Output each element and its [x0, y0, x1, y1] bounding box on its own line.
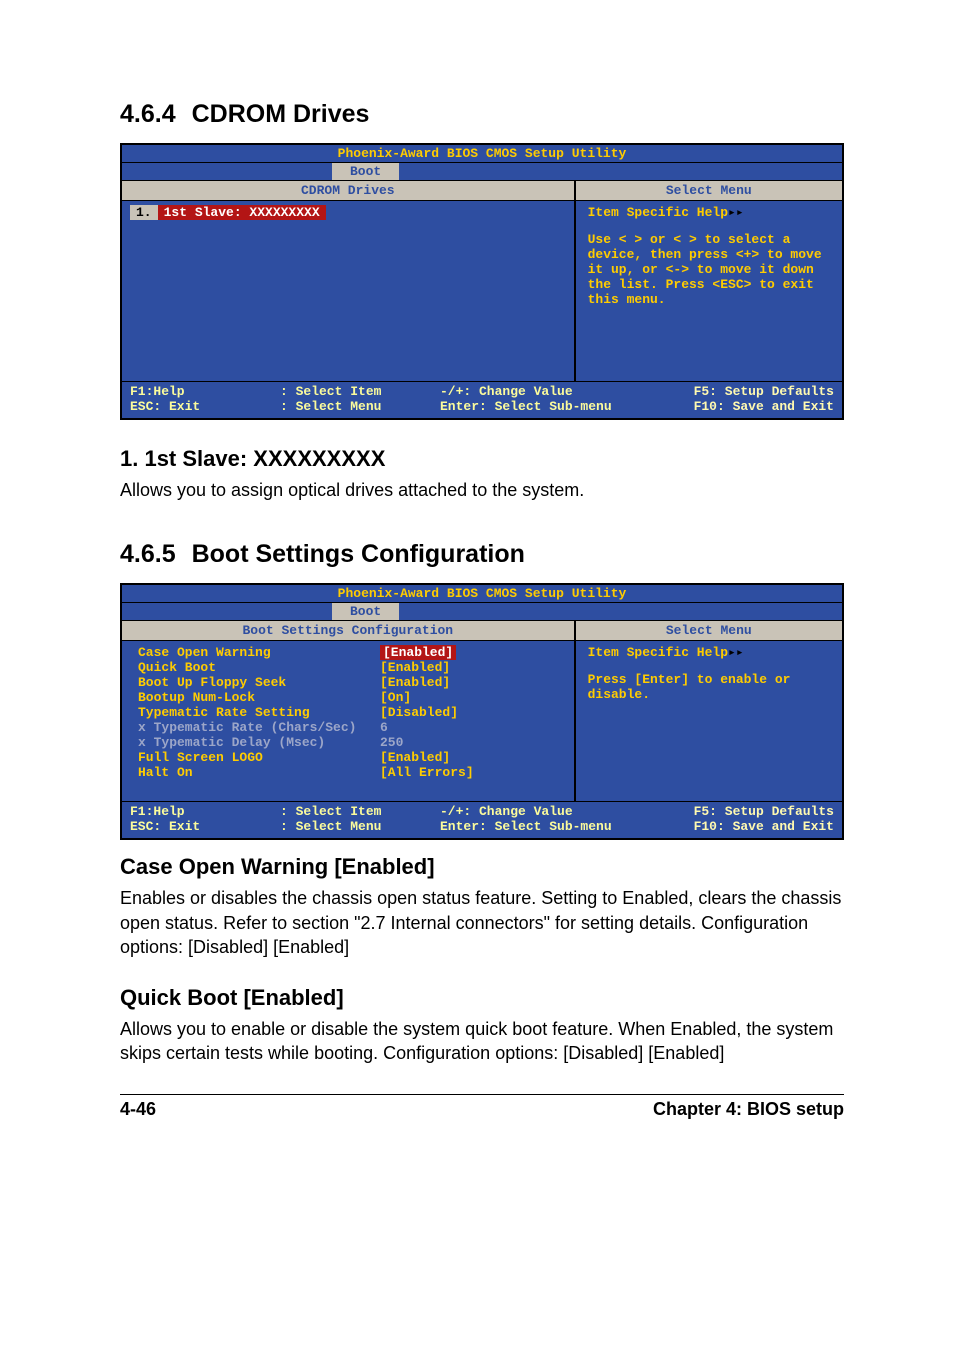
f-exit: ESC: Exit	[130, 819, 200, 834]
bios-tab-row: Boot	[122, 162, 842, 181]
arrow-icon: ▸▸	[728, 205, 744, 220]
bios-boot-settings-box: Phoenix-Award BIOS CMOS Setup Utility Bo…	[120, 583, 844, 840]
f-defaults: F5: Setup Defaults	[694, 804, 834, 819]
bios-left-head: CDROM Drives	[122, 181, 574, 201]
setting-label: x Typematic Rate (Chars/Sec)	[130, 720, 380, 735]
bios-left-head: Boot Settings Configuration	[122, 621, 574, 641]
setting-label: Quick Boot	[130, 660, 380, 675]
page-divider	[120, 1094, 844, 1095]
f-save: F10: Save and Exit	[694, 399, 834, 414]
section-number: 4.6.5	[120, 540, 176, 569]
bios-left-body: 1.1st Slave: XXXXXXXXX	[122, 201, 574, 381]
f-help: F1:Help	[130, 384, 185, 399]
bios-setting-row[interactable]: Full Screen LOGO[Enabled]	[130, 750, 566, 765]
setting-label: x Typematic Delay (Msec)	[130, 735, 380, 750]
help-title: Item Specific Help	[588, 205, 728, 220]
f-selitem: : Select Item	[280, 804, 381, 819]
chapter-label: Chapter 4: BIOS setup	[653, 1099, 844, 1120]
f-save: F10: Save and Exit	[694, 819, 834, 834]
section-text: Boot Settings Configuration	[192, 540, 525, 568]
bios-title: Phoenix-Award BIOS CMOS Setup Utility	[122, 145, 842, 162]
case-open-title: Case Open Warning [Enabled]	[120, 854, 844, 880]
bios-tab-boot: Boot	[332, 163, 399, 180]
item-text: 1st Slave: XXXXXXXXX	[158, 205, 326, 220]
item-index: 1.	[130, 205, 158, 220]
bios-tab-row: Boot	[122, 602, 842, 621]
section-number: 4.6.4	[120, 100, 176, 129]
slave-subtitle: 1. 1st Slave: XXXXXXXXX	[120, 446, 844, 472]
f-change: -/+: Change Value	[440, 384, 573, 399]
setting-value: [Enabled]	[380, 660, 450, 675]
setting-label: Boot Up Floppy Seek	[130, 675, 380, 690]
section-464-title: 4.6.4 CDROM Drives	[120, 100, 844, 129]
setting-value: [Enabled]	[380, 675, 450, 690]
case-open-body: Enables or disables the chassis open sta…	[120, 886, 844, 959]
setting-value: 250	[380, 735, 403, 750]
bios-setting-row[interactable]: x Typematic Delay (Msec)250	[130, 735, 566, 750]
section-465-title: 4.6.5 Boot Settings Configuration	[120, 540, 844, 569]
setting-label: Case Open Warning	[130, 645, 380, 660]
bios-settings-list: Case Open Warning[Enabled]Quick Boot[Ena…	[122, 641, 574, 801]
quick-boot-body: Allows you to enable or disable the syst…	[120, 1017, 844, 1066]
setting-label: Bootup Num-Lock	[130, 690, 380, 705]
f-selmenu: : Select Menu	[280, 819, 381, 834]
quick-boot-title: Quick Boot [Enabled]	[120, 985, 844, 1011]
bios-footer: F1:HelpESC: Exit : Select Item: Select M…	[122, 381, 842, 418]
bios-cdrom-item[interactable]: 1.1st Slave: XXXXXXXXX	[130, 205, 566, 220]
setting-value: [On]	[380, 690, 411, 705]
page-number: 4-46	[120, 1099, 156, 1120]
bios-tab-boot: Boot	[332, 603, 399, 620]
bios-setting-row[interactable]: x Typematic Rate (Chars/Sec)6	[130, 720, 566, 735]
f-help: F1:Help	[130, 804, 185, 819]
setting-label: Full Screen LOGO	[130, 750, 380, 765]
f-selmenu: : Select Menu	[280, 399, 381, 414]
bios-cdrom-box: Phoenix-Award BIOS CMOS Setup Utility Bo…	[120, 143, 844, 420]
bios-left-col: CDROM Drives 1.1st Slave: XXXXXXXXX	[122, 181, 576, 381]
bios-columns: Boot Settings Configuration Case Open Wa…	[122, 621, 842, 801]
f-exit: ESC: Exit	[130, 399, 200, 414]
bios-right-head: Select Menu	[576, 621, 842, 641]
bios-right-head: Select Menu	[576, 181, 842, 201]
bios-help-body: Item Specific Help▸▸ Use < > or < > to s…	[576, 201, 842, 381]
setting-value: [Enabled]	[380, 750, 450, 765]
help-text: Press [Enter] to enable or disable.	[588, 672, 832, 702]
bios-setting-row[interactable]: Typematic Rate Setting[Disabled]	[130, 705, 566, 720]
bios-right-col: Select Menu Item Specific Help▸▸ Press […	[576, 621, 842, 801]
bios-setting-row[interactable]: Case Open Warning[Enabled]	[130, 645, 566, 660]
f-defaults: F5: Setup Defaults	[694, 384, 834, 399]
setting-label: Halt On	[130, 765, 380, 780]
f-change: -/+: Change Value	[440, 804, 573, 819]
slave-body: Allows you to assign optical drives atta…	[120, 478, 844, 502]
bios-columns: CDROM Drives 1.1st Slave: XXXXXXXXX Sele…	[122, 181, 842, 381]
arrow-icon: ▸▸	[728, 645, 744, 660]
page-footer: 4-46 Chapter 4: BIOS setup	[120, 1099, 844, 1120]
help-text: Use < > or < > to select a device, then …	[588, 232, 832, 307]
setting-value: [All Errors]	[380, 765, 474, 780]
f-selitem: : Select Item	[280, 384, 381, 399]
setting-value: [Disabled]	[380, 705, 458, 720]
bios-footer: F1:HelpESC: Exit : Select Item: Select M…	[122, 801, 842, 838]
setting-value: [Enabled]	[380, 645, 456, 660]
bios-left-col: Boot Settings Configuration Case Open Wa…	[122, 621, 576, 801]
bios-setting-row[interactable]: Bootup Num-Lock[On]	[130, 690, 566, 705]
bios-help-body: Item Specific Help▸▸ Press [Enter] to en…	[576, 641, 842, 801]
bios-right-col: Select Menu Item Specific Help▸▸ Use < >…	[576, 181, 842, 381]
section-text: CDROM Drives	[192, 100, 370, 128]
setting-value: 6	[380, 720, 388, 735]
help-title: Item Specific Help	[588, 645, 728, 660]
bios-setting-row[interactable]: Halt On[All Errors]	[130, 765, 566, 780]
bios-title: Phoenix-Award BIOS CMOS Setup Utility	[122, 585, 842, 602]
f-sub: Enter: Select Sub-menu	[440, 399, 612, 414]
f-sub: Enter: Select Sub-menu	[440, 819, 612, 834]
bios-setting-row[interactable]: Boot Up Floppy Seek[Enabled]	[130, 675, 566, 690]
setting-label: Typematic Rate Setting	[130, 705, 380, 720]
bios-setting-row[interactable]: Quick Boot[Enabled]	[130, 660, 566, 675]
